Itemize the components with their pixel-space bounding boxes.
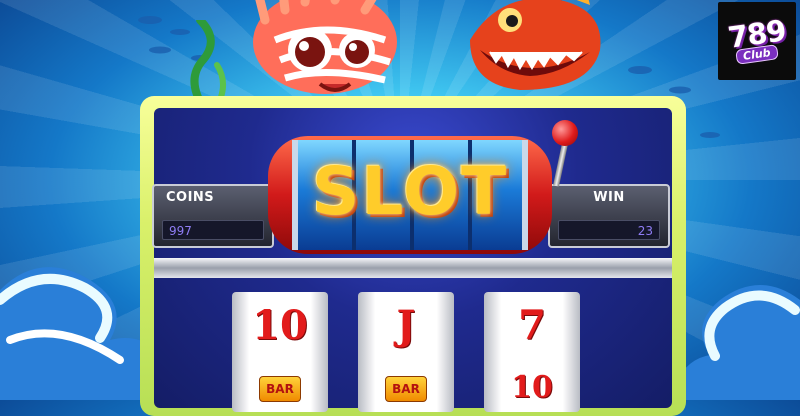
- coins-panel: COINS 997: [152, 184, 274, 248]
- bar-symbol: BAR: [385, 376, 427, 402]
- reel-symbol: J: [396, 302, 416, 349]
- reel-symbol: 7: [518, 302, 546, 349]
- reel-symbol: BAR: [358, 376, 454, 402]
- reel-symbol: 10: [511, 370, 553, 405]
- coins-value: 997: [162, 220, 264, 240]
- chrome-divider: [154, 258, 672, 278]
- wave-right-icon: [670, 285, 800, 400]
- win-panel: WIN 23: [548, 184, 670, 248]
- slot-title: SLOT: [311, 153, 509, 230]
- win-value: 23: [558, 220, 660, 240]
- coins-label: COINS: [166, 190, 215, 205]
- reel: 7 10: [484, 292, 580, 412]
- brand-logo[interactable]: 789 Club: [718, 2, 796, 80]
- reel-symbol: BAR: [232, 376, 328, 402]
- lever-knob-icon[interactable]: [552, 120, 578, 146]
- win-label: WIN: [593, 190, 625, 205]
- lionfish-mascot-icon: [253, 0, 397, 94]
- piranha-mascot-icon: [470, 0, 601, 90]
- reel-symbol: 10: [252, 302, 308, 349]
- reel: J BAR: [358, 292, 454, 412]
- reel: 10 BAR: [232, 292, 328, 412]
- bar-symbol: BAR: [259, 376, 301, 402]
